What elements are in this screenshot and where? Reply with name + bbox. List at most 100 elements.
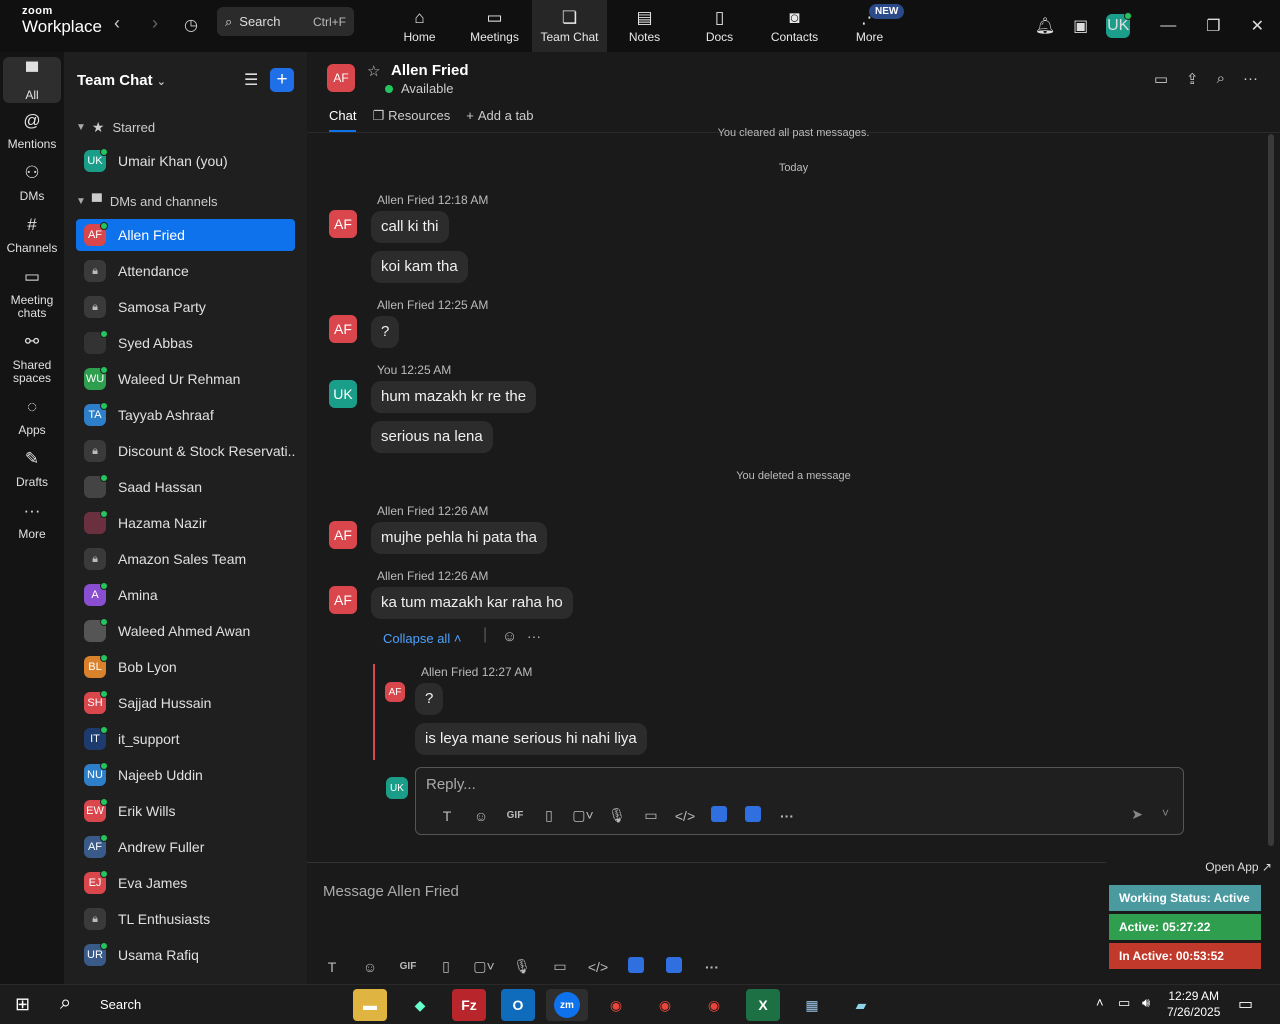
rail-shared-spaces[interactable]: ⚯ Shared spaces xyxy=(3,333,61,385)
tab-meetings[interactable]: ▭ Meetings xyxy=(457,0,532,52)
notepad-icon[interactable]: ▰ xyxy=(844,989,878,1021)
rail-more[interactable]: ··· More xyxy=(3,502,61,541)
message-avatar[interactable]: AF xyxy=(329,210,357,238)
tab-contacts[interactable]: ◙ Contacts xyxy=(757,0,832,52)
tab-notes[interactable]: ▤ Notes xyxy=(607,0,682,52)
thread-more-icon[interactable]: ··· xyxy=(527,628,541,644)
sidebar-item[interactable]: 🔒︎ Attendance xyxy=(76,255,295,287)
sidebar-item[interactable]: A Amina xyxy=(76,579,295,611)
mic-icon[interactable]: 🎙︎ xyxy=(503,958,541,975)
rail-apps[interactable]: ◌ Apps xyxy=(3,398,61,437)
bell-icon[interactable]: 🔔︎ xyxy=(1035,16,1055,36)
volume-icon[interactable]: 🔊︎ xyxy=(1142,995,1150,1011)
sidebar-title[interactable]: Team Chat ⌄ xyxy=(77,72,166,89)
thread-bubble[interactable]: is leya mane serious hi nahi liya xyxy=(415,723,647,755)
taskbar-search-icon[interactable]: ⌕ xyxy=(60,992,71,1015)
screenshot-icon[interactable]: ▢˅ xyxy=(566,807,600,824)
windows-start-icon[interactable]: ⊞ xyxy=(15,994,30,1015)
rail-meeting-chats[interactable]: ▭ Meeting chats xyxy=(3,268,61,320)
sidebar-item[interactable]: UR Usama Rafiq xyxy=(76,939,295,971)
more-tools-icon[interactable]: ··· xyxy=(693,959,731,975)
zoom-app-icon[interactable] xyxy=(655,957,693,976)
tab-more[interactable]: ⋰ More NEW xyxy=(832,0,907,52)
rail-all[interactable]: ▀ All xyxy=(3,57,61,103)
app-diamond-icon[interactable]: ◆ xyxy=(403,989,437,1021)
calculator-icon[interactable]: ▦ xyxy=(795,989,829,1021)
sidebar-item[interactable]: Hazama Nazir xyxy=(76,507,295,539)
sidebar-item[interactable]: Syed Abbas xyxy=(76,327,295,359)
emoji-icon[interactable]: ☺ xyxy=(351,959,389,975)
chrome-icon-2[interactable]: ◉ xyxy=(648,989,682,1021)
sidebar-item[interactable]: 🔒︎ Amazon Sales Team xyxy=(76,543,295,575)
rail-drafts[interactable]: ✎ Drafts xyxy=(3,450,61,489)
rail-channels[interactable]: # Channels xyxy=(3,216,61,255)
file-icon[interactable]: ▯ xyxy=(532,807,566,824)
sidebar-item[interactable]: NU Najeeb Uddin xyxy=(76,759,295,791)
search-bar[interactable]: ⌕ Search Ctrl+F xyxy=(217,7,354,36)
text-format-icon[interactable]: T xyxy=(430,808,464,824)
code-icon[interactable]: </> xyxy=(579,959,617,975)
excel-icon[interactable]: X xyxy=(746,989,780,1021)
send-icon[interactable]: ➤ xyxy=(1131,806,1143,823)
sidebar-item[interactable]: AF Andrew Fuller xyxy=(76,831,295,863)
restore-icon[interactable]: ❐ xyxy=(1206,16,1220,36)
chat-scrollbar[interactable] xyxy=(1268,134,1274,846)
rail-dms[interactable]: ⚇ DMs xyxy=(3,164,61,203)
sidebar-item[interactable]: BL Bob Lyon xyxy=(76,651,295,683)
more-tools-icon[interactable]: ··· xyxy=(770,808,804,824)
message-bubble[interactable]: serious na lena xyxy=(371,421,493,453)
message-bubble[interactable]: hum mazakh kr re the xyxy=(371,381,537,413)
file-icon[interactable]: ▯ xyxy=(427,958,465,975)
message-bubble[interactable]: koi kam tha xyxy=(371,251,468,283)
star-outline-icon[interactable]: ☆ xyxy=(367,62,380,80)
zoom-taskbar-icon[interactable]: zm xyxy=(546,989,588,1021)
send-options-icon[interactable]: ˅ xyxy=(1162,806,1169,820)
gif-icon[interactable]: GIF xyxy=(498,810,532,821)
sidebar-item[interactable]: EW Erik Wills xyxy=(76,795,295,827)
emoji-reaction-icon[interactable]: ☺ xyxy=(502,628,517,645)
tab-docs[interactable]: ▯ Docs xyxy=(682,0,757,52)
sidebar-item[interactable]: Saad Hassan xyxy=(76,471,295,503)
dms-section[interactable]: ▼ ▀ DMs and channels xyxy=(76,193,218,209)
video-call-icon[interactable]: ▭ xyxy=(1154,70,1168,88)
message-bubble[interactable]: call ki thi xyxy=(371,211,449,243)
message-avatar[interactable]: UK xyxy=(329,380,357,408)
sidebar-item[interactable]: SH Sajjad Hussain xyxy=(76,687,295,719)
share-screen-icon[interactable]: ⇪ xyxy=(1186,70,1199,88)
sidebar-item[interactable]: WU Waleed Ur Rehman xyxy=(76,363,295,395)
text-format-icon[interactable]: T xyxy=(313,959,351,975)
screenshot-icon[interactable]: ▢˅ xyxy=(465,958,503,975)
message-avatar[interactable]: AF xyxy=(329,521,357,549)
sidebar-item[interactable]: 🔒︎ Samosa Party xyxy=(76,291,295,323)
tab-home[interactable]: ⌂ Home xyxy=(382,0,457,52)
notifications-icon[interactable]: ▭ xyxy=(1238,994,1253,1014)
sidebar-item[interactable]: TA Tayyab Ashraaf xyxy=(76,399,295,431)
starred-section[interactable]: ▼ ★ Starred xyxy=(76,119,155,136)
more-options-icon[interactable]: ··· xyxy=(1243,70,1258,88)
reply-input[interactable]: Reply... T ☺ GIF ▯ ▢˅ 🎙︎ ▭ </> ··· ➤ ˅ xyxy=(415,767,1184,835)
sidebar-item[interactable]: IT it_support xyxy=(76,723,295,755)
forward-icon[interactable]: › xyxy=(152,13,158,34)
network-icon[interactable]: ▭ xyxy=(1118,995,1130,1011)
video-message-icon[interactable]: ▭ xyxy=(634,807,668,824)
back-icon[interactable]: ‹ xyxy=(114,13,120,34)
gif-icon[interactable]: GIF xyxy=(389,961,427,972)
sidebar-item[interactable]: EJ Eva James xyxy=(76,867,295,899)
sidebar-item[interactable]: 🔒︎ Discount & Stock Reservati... xyxy=(76,435,295,467)
sidebar-item[interactable]: Waleed Ahmed Awan xyxy=(76,615,295,647)
search-icon[interactable]: ⌕ xyxy=(1217,70,1225,88)
sidebar-item[interactable]: AF Allen Fried xyxy=(76,219,295,251)
message-avatar[interactable]: AF xyxy=(329,586,357,614)
thread-bubble[interactable]: ? xyxy=(415,683,444,715)
file-explorer-icon[interactable]: ▬ xyxy=(353,989,387,1021)
calendar-icon[interactable]: ▣ xyxy=(1073,16,1088,36)
sidebar-item[interactable]: 🔒︎ TL Enthusiasts xyxy=(76,903,295,935)
emoji-icon[interactable]: ☺ xyxy=(464,808,498,824)
contact-name[interactable]: Allen Fried xyxy=(391,62,469,79)
mic-icon[interactable]: 🎙︎ xyxy=(600,807,634,824)
contact-avatar[interactable]: AF xyxy=(327,64,355,92)
message-bubble[interactable]: ka tum mazakh kar raha ho xyxy=(371,587,573,619)
message-bubble[interactable]: mujhe pehla hi pata tha xyxy=(371,522,547,554)
open-app-link[interactable]: Open App ↗ xyxy=(1205,860,1272,874)
close-icon[interactable]: ✕ xyxy=(1251,16,1264,36)
